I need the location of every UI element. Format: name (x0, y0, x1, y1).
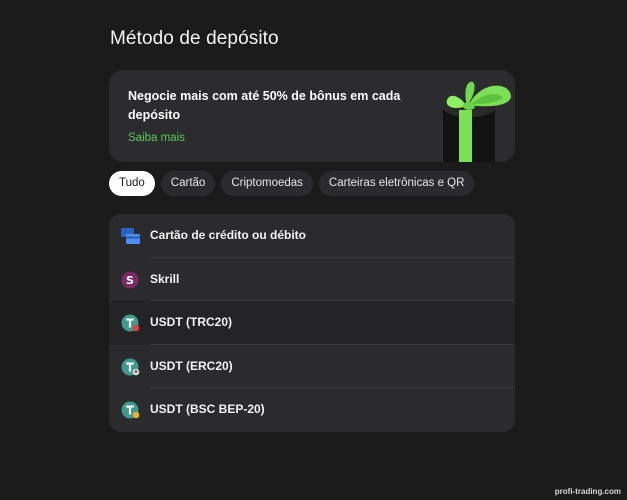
method-row-usdt-trc20[interactable]: USDT (TRC20) (109, 301, 515, 345)
learn-more-link[interactable]: Saiba mais (128, 132, 185, 144)
tab-ewallets-qr[interactable]: Carteiras eletrônicas e QR (318, 171, 475, 196)
banner-text: Negocie mais com até 50% de bônus em cad… (128, 89, 401, 122)
skrill-icon: S (121, 271, 139, 289)
page-title: Método de depósito (110, 28, 279, 49)
method-label: USDT (ERC20) (150, 358, 233, 373)
tab-card[interactable]: Cartão (160, 171, 216, 196)
tether-bep20-icon (121, 401, 140, 419)
bonus-banner[interactable]: Negocie mais com até 50% de bônus em cad… (109, 70, 515, 162)
tether-trc20-icon (121, 314, 140, 332)
method-row-usdt-erc20[interactable]: USDT (ERC20) (109, 345, 515, 389)
method-label: Cartão de crédito ou débito (150, 228, 307, 242)
tether-erc20-icon (121, 358, 140, 376)
card-icon (121, 228, 140, 244)
payment-methods-list: Cartão de crédito ou débito S Skrill USD… (109, 214, 515, 432)
method-row-card[interactable]: Cartão de crédito ou débito (109, 214, 515, 258)
method-label: USDT (BSC BEP-20) (150, 402, 265, 417)
tab-crypto[interactable]: Criptomoedas (221, 171, 313, 196)
tab-all[interactable]: Tudo (109, 171, 155, 196)
method-row-skrill[interactable]: S Skrill (109, 258, 515, 302)
method-row-usdt-bep20[interactable]: USDT (BSC BEP-20) (109, 388, 515, 432)
svg-text:S: S (126, 274, 134, 287)
method-tabs: Tudo Cartão Criptomoedas Carteiras eletr… (109, 171, 475, 196)
method-label: Skrill (150, 271, 180, 286)
watermark-text: profi-trading.com (554, 487, 621, 496)
gift-box-icon (443, 81, 511, 162)
method-label: USDT (TRC20) (150, 315, 233, 330)
